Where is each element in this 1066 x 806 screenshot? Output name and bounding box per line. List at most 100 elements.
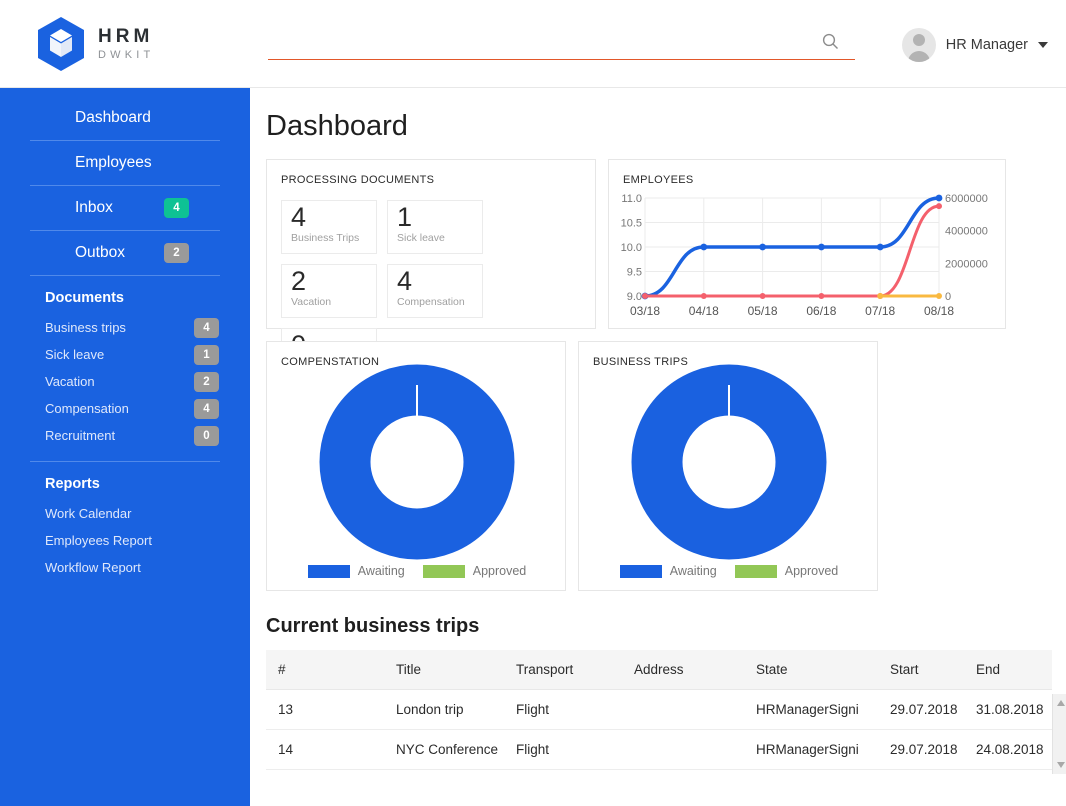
column-header-end[interactable]: End bbox=[964, 650, 1052, 690]
svg-text:10.0: 10.0 bbox=[621, 242, 642, 254]
cell-state: HRManagerSigni bbox=[744, 729, 878, 770]
scroll-down-icon[interactable] bbox=[1057, 762, 1065, 768]
processing-documents-card: PROCESSING DOCUMENTS 4 Business Trips 1 … bbox=[266, 159, 596, 382]
sidebar-item-business-trips[interactable]: Business trips 4 bbox=[0, 314, 250, 341]
business-trips-donut-chart bbox=[631, 364, 827, 560]
scroll-up-icon[interactable] bbox=[1057, 700, 1065, 706]
sidebar-item-recruitment[interactable]: Recruitment 0 bbox=[0, 422, 250, 449]
donut-cards-row: COMPENSTATION Awaiting Approved BUSINESS… bbox=[266, 341, 1048, 591]
sidebar-item-vacation[interactable]: Vacation 2 bbox=[0, 368, 250, 395]
legend-item-approved[interactable]: Approved bbox=[422, 564, 526, 578]
stat-label: Vacation bbox=[291, 296, 332, 309]
table-row[interactable]: 13 London trip Flight HRManagerSigni 29.… bbox=[266, 689, 1052, 730]
sidebar-item-dashboard[interactable]: Dashboard bbox=[30, 96, 220, 141]
table-row[interactable]: 14 NYC Conference Flight HRManagerSigni … bbox=[266, 729, 1052, 770]
sidebar-item-label: Compensation bbox=[45, 401, 129, 416]
sidebar-item-compensation[interactable]: Compensation 4 bbox=[0, 395, 250, 422]
stat-label: Business Trips bbox=[291, 232, 360, 245]
svg-text:05/18: 05/18 bbox=[748, 304, 778, 318]
legend-item-approved[interactable]: Approved bbox=[734, 564, 838, 578]
svg-text:9.0: 9.0 bbox=[627, 291, 642, 303]
legend-item-awaiting[interactable]: Awaiting bbox=[307, 564, 405, 578]
column-header-num[interactable]: # bbox=[266, 650, 384, 690]
card-title: EMPLOYEES bbox=[623, 174, 694, 186]
sidebar-item-employees[interactable]: Employees bbox=[30, 141, 220, 186]
column-header-title[interactable]: Title bbox=[384, 650, 504, 690]
legend-label: Awaiting bbox=[669, 564, 717, 578]
cell-num: 14 bbox=[266, 729, 384, 770]
user-menu[interactable]: HR Manager bbox=[901, 28, 1048, 62]
legend-swatch-approved bbox=[422, 564, 465, 578]
svg-text:06/18: 06/18 bbox=[806, 304, 836, 318]
sidebar-item-workflow-report[interactable]: Workflow Report bbox=[0, 554, 250, 581]
column-header-address[interactable]: Address bbox=[622, 650, 744, 690]
svg-text:07/18: 07/18 bbox=[865, 304, 895, 318]
sidebar-item-outbox[interactable]: Outbox 2 bbox=[30, 231, 220, 276]
table-header-row: # Title Transport Address State Start En… bbox=[266, 650, 1052, 690]
sidebar-item-sick-leave[interactable]: Sick leave 1 bbox=[0, 341, 250, 368]
svg-text:0: 0 bbox=[945, 291, 951, 303]
column-header-transport[interactable]: Transport bbox=[504, 650, 622, 690]
cell-address bbox=[622, 729, 744, 770]
sidebar-item-employees-report[interactable]: Employees Report bbox=[0, 527, 250, 554]
sidebar-item-label: Work Calendar bbox=[45, 506, 132, 521]
stat-business-trips[interactable]: 4 Business Trips bbox=[281, 200, 377, 254]
search-icon[interactable] bbox=[822, 33, 839, 50]
stat-sick-leave[interactable]: 1 Sick leave bbox=[387, 200, 483, 254]
svg-text:4000000: 4000000 bbox=[945, 226, 988, 238]
trips-table-wrap: # Title Transport Address State Start En… bbox=[266, 650, 1066, 774]
business-trips-chart-card: BUSINESS TRIPS Awaiting Approved bbox=[578, 341, 878, 591]
sidebar-item-label: Employees bbox=[75, 154, 152, 171]
table-scrollbar[interactable] bbox=[1052, 694, 1066, 774]
vacation-badge: 2 bbox=[194, 371, 219, 392]
svg-text:11.0: 11.0 bbox=[621, 193, 642, 205]
sick-leave-badge: 1 bbox=[194, 344, 219, 365]
legend-swatch-approved bbox=[734, 564, 777, 578]
stat-vacation[interactable]: 2 Vacation bbox=[281, 264, 377, 318]
column-header-start[interactable]: Start bbox=[878, 650, 964, 690]
legend-item-awaiting[interactable]: Awaiting bbox=[619, 564, 717, 578]
employees-line-chart: 9.0 9.5 10.0 10.5 11.0 03/18 04/18 05/18 06/18 07… bbox=[621, 193, 988, 318]
stat-label: Compensation bbox=[397, 296, 465, 309]
hexagon-cube-logo-icon bbox=[38, 16, 84, 71]
brand-logo[interactable]: HRM DWKIT bbox=[0, 0, 250, 88]
employees-chart-card: EMPLOYEES 9.0 9.5 10.0 10.5 11.0 03/18 04/18 05… bbox=[608, 159, 1006, 329]
search-container bbox=[268, 26, 855, 60]
sidebar-item-label: Dashboard bbox=[75, 109, 151, 126]
brand-title: HRM bbox=[98, 25, 154, 47]
legend-swatch-awaiting bbox=[307, 564, 350, 578]
sidebar-item-work-calendar[interactable]: Work Calendar bbox=[0, 500, 250, 527]
sidebar-item-label: Vacation bbox=[45, 374, 95, 389]
cell-end: 24.08.2018 bbox=[964, 729, 1052, 770]
sidebar-section-documents: Documents bbox=[45, 290, 124, 306]
user-avatar-icon bbox=[901, 28, 936, 62]
svg-text:03/18: 03/18 bbox=[630, 304, 660, 318]
legend-label: Awaiting bbox=[357, 564, 405, 578]
cell-start: 29.07.2018 bbox=[878, 689, 964, 730]
cell-title: NYC Conference bbox=[384, 729, 504, 770]
inbox-badge: 4 bbox=[164, 198, 189, 218]
legend-swatch-awaiting bbox=[619, 564, 662, 578]
main-content: Dashboard PROCESSING DOCUMENTS 4 Busines… bbox=[250, 88, 1066, 806]
sidebar-item-inbox[interactable]: Inbox 4 bbox=[30, 186, 220, 231]
trips-table: # Title Transport Address State Start En… bbox=[266, 650, 1052, 770]
cell-num: 13 bbox=[266, 689, 384, 730]
search-input[interactable] bbox=[268, 26, 855, 60]
svg-text:10.5: 10.5 bbox=[621, 218, 642, 230]
sidebar-item-label: Recruitment bbox=[45, 428, 116, 443]
sidebar-item-label: Outbox bbox=[75, 244, 125, 261]
card-title: PROCESSING DOCUMENTS bbox=[281, 174, 435, 186]
brand-subtitle: DWKIT bbox=[98, 48, 155, 61]
top-bar: HRM DWKIT HR Manager bbox=[0, 0, 1066, 88]
business-trips-badge: 4 bbox=[194, 317, 219, 338]
stat-compensation[interactable]: 4 Compensation bbox=[387, 264, 483, 318]
compensation-legend: Awaiting Approved bbox=[267, 564, 567, 578]
chevron-down-icon[interactable] bbox=[1038, 42, 1048, 48]
column-header-state[interactable]: State bbox=[744, 650, 878, 690]
sidebar: Dashboard Employees Inbox 4 Outbox 2 Doc… bbox=[0, 88, 250, 806]
top-cards-row: PROCESSING DOCUMENTS 4 Business Trips 1 … bbox=[266, 159, 1048, 382]
cell-state: HRManagerSigni bbox=[744, 689, 878, 730]
svg-text:2000000: 2000000 bbox=[945, 258, 988, 270]
sidebar-item-label: Sick leave bbox=[45, 347, 105, 362]
svg-text:6000000: 6000000 bbox=[945, 193, 988, 205]
